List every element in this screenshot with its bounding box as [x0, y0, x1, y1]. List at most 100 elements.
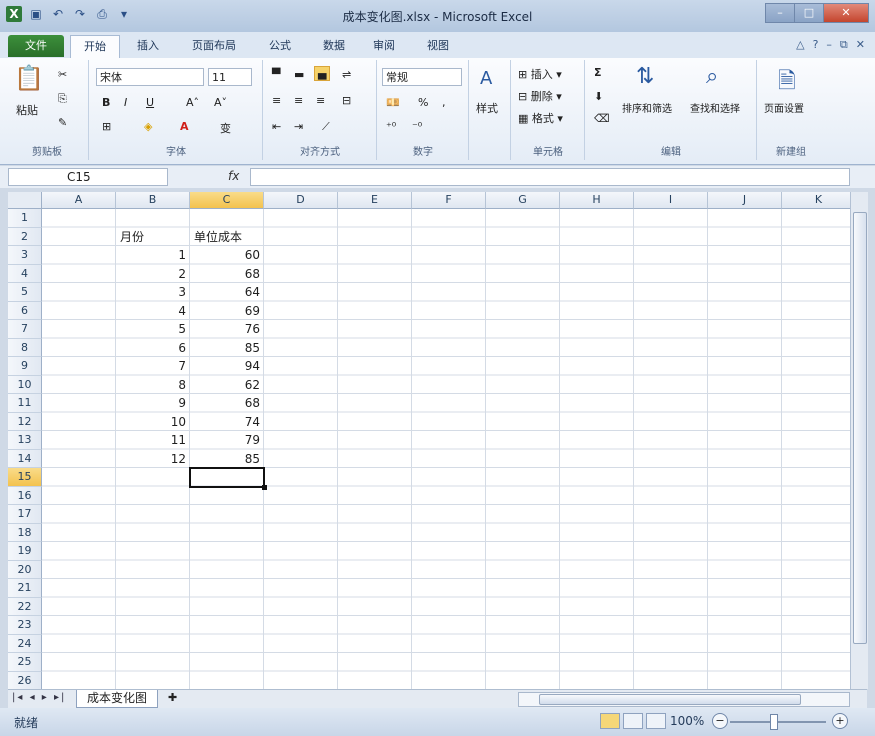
window-close-icon[interactable]: ✕	[856, 38, 865, 52]
tab-data[interactable]: 数据	[312, 35, 356, 57]
row-header-6[interactable]: 6	[8, 301, 42, 320]
font-size-select[interactable]: 11	[208, 68, 252, 86]
cell-b3[interactable]: 1	[116, 246, 190, 265]
fill-color-icon[interactable]: ◈	[144, 120, 152, 133]
cell-b13[interactable]: 11	[116, 431, 190, 450]
tab-page-layout[interactable]: 页面布局	[180, 35, 248, 57]
column-header-k[interactable]: K	[782, 192, 850, 209]
sort-filter-icon[interactable]: ⇅	[636, 64, 654, 89]
tab-view[interactable]: 视图	[416, 35, 460, 57]
underline-icon[interactable]: U	[146, 96, 154, 109]
column-header-d[interactable]: D	[264, 192, 338, 209]
insert-sheet-icon[interactable]: ✚	[168, 691, 177, 704]
horizontal-scroll-thumb[interactable]	[539, 694, 801, 705]
font-color-icon[interactable]: A	[180, 120, 189, 133]
bold-icon[interactable]: B	[102, 96, 110, 109]
row-header-13[interactable]: 13	[8, 431, 42, 450]
font-name-select[interactable]: 宋体	[96, 68, 204, 86]
page-layout-view-icon[interactable]	[623, 713, 643, 729]
zoom-slider-knob[interactable]	[770, 714, 778, 730]
fill-icon[interactable]: ⬇	[594, 90, 603, 103]
tab-insert[interactable]: 插入	[126, 35, 170, 57]
row-header-1[interactable]: 1	[8, 209, 42, 228]
comma-icon[interactable]: ,	[442, 96, 446, 109]
cell-c3[interactable]: 60	[190, 246, 264, 265]
find-select-icon[interactable]: ⌕	[706, 64, 718, 89]
cell-c7[interactable]: 76	[190, 320, 264, 339]
active-cell-c15[interactable]	[189, 467, 267, 489]
decrease-indent-icon[interactable]: ⇤	[272, 120, 281, 133]
format-painter-icon[interactable]: ✎	[58, 116, 67, 129]
currency-icon[interactable]: 💴	[386, 96, 400, 109]
styles-button[interactable]: 样式	[476, 100, 498, 116]
wrap-text-icon[interactable]: ⇌	[342, 68, 351, 81]
delete-cells-button[interactable]: ⊟ 删除 ▾	[518, 88, 562, 104]
horizontal-scrollbar[interactable]	[518, 692, 850, 707]
row-header-12[interactable]: 12	[8, 412, 42, 431]
maximize-icon[interactable]: □	[794, 3, 824, 23]
cell-c2[interactable]: 单位成本	[190, 228, 242, 247]
format-cells-button[interactable]: ▦ 格式 ▾	[518, 110, 563, 126]
help-icon[interactable]: ?	[813, 38, 819, 52]
cell-b8[interactable]: 6	[116, 339, 190, 358]
cell-c11[interactable]: 68	[190, 394, 264, 413]
insert-function-button[interactable]: fx	[228, 169, 239, 183]
row-header-20[interactable]: 20	[8, 560, 42, 579]
column-header-f[interactable]: F	[412, 192, 486, 209]
row-header-23[interactable]: 23	[8, 616, 42, 635]
window-minimize-icon[interactable]: –	[826, 38, 832, 52]
cell-c13[interactable]: 79	[190, 431, 264, 450]
column-header-j[interactable]: J	[708, 192, 782, 209]
page-setup-icon[interactable]: 🗎	[778, 64, 796, 102]
column-header-c[interactable]: C	[190, 192, 264, 209]
align-center-icon[interactable]: ≡	[294, 94, 303, 107]
cell-c10[interactable]: 62	[190, 376, 264, 395]
name-box[interactable]: C15	[8, 168, 168, 186]
decrease-decimal-icon[interactable]: ⁻⁰	[412, 120, 422, 133]
cut-icon[interactable]: ✂	[58, 68, 67, 81]
cell-b10[interactable]: 8	[116, 376, 190, 395]
row-header-5[interactable]: 5	[8, 283, 42, 302]
minimize-ribbon-icon[interactable]: △	[796, 38, 804, 52]
phonetic-icon[interactable]: 变	[220, 120, 231, 136]
cell-c14[interactable]: 85	[190, 450, 264, 469]
row-header-21[interactable]: 21	[8, 579, 42, 598]
row-header-17[interactable]: 17	[8, 505, 42, 524]
cell-b7[interactable]: 5	[116, 320, 190, 339]
column-header-a[interactable]: A	[42, 192, 116, 209]
align-bottom-icon[interactable]: ▄	[314, 66, 331, 81]
cell-b11[interactable]: 9	[116, 394, 190, 413]
align-middle-icon[interactable]: ▬	[294, 68, 304, 81]
percent-button[interactable]: %	[418, 96, 428, 109]
increase-decimal-icon[interactable]: ⁺⁰	[386, 120, 396, 133]
orientation-icon[interactable]: ⟋	[322, 120, 330, 134]
row-header-26[interactable]: 26	[8, 671, 42, 689]
cell-b6[interactable]: 4	[116, 302, 190, 321]
column-header-h[interactable]: H	[560, 192, 634, 209]
number-format-select[interactable]: 常规	[382, 68, 462, 86]
zoom-out-icon[interactable]: −	[712, 713, 728, 729]
row-header-10[interactable]: 10	[8, 375, 42, 394]
row-header-11[interactable]: 11	[8, 394, 42, 413]
find-select-button[interactable]: 查找和选择	[690, 100, 740, 115]
tab-formulas[interactable]: 公式	[258, 35, 302, 57]
border-icon[interactable]: ⊞	[102, 120, 111, 133]
row-header-18[interactable]: 18	[8, 523, 42, 542]
row-header-7[interactable]: 7	[8, 320, 42, 339]
row-header-25[interactable]: 25	[8, 653, 42, 672]
page-setup-button[interactable]: 页面设置	[764, 100, 804, 115]
row-header-19[interactable]: 19	[8, 542, 42, 561]
row-header-8[interactable]: 8	[8, 338, 42, 357]
clear-icon[interactable]: ⌫	[594, 112, 610, 125]
worksheet[interactable]: ABCDEFGHIJK 1 2 3 4 5 6 7 8 9 10 11 12 13 14 15 16 17 18 1…	[8, 192, 850, 689]
row-header-4[interactable]: 4	[8, 264, 42, 283]
row-header-3[interactable]: 3	[8, 246, 42, 265]
cell-c9[interactable]: 94	[190, 357, 264, 376]
row-header-15[interactable]: 15	[8, 468, 42, 487]
row-header-9[interactable]: 9	[8, 357, 42, 376]
merge-center-icon[interactable]: ⊟	[342, 94, 351, 107]
increase-indent-icon[interactable]: ⇥	[294, 120, 303, 133]
window-restore-icon[interactable]: ⧉	[840, 38, 848, 52]
close-icon[interactable]: ✕	[823, 3, 869, 23]
align-left-icon[interactable]: ≡	[272, 94, 281, 107]
